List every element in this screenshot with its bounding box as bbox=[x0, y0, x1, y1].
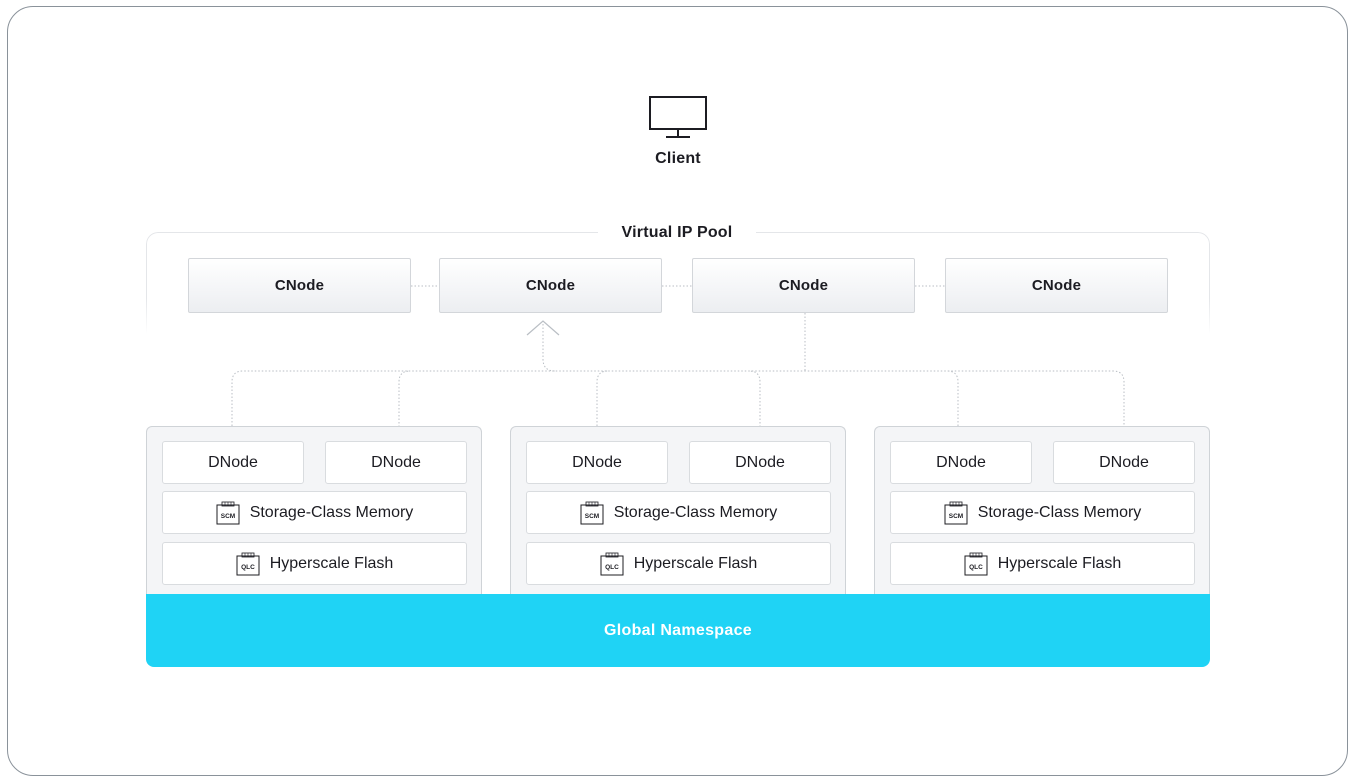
storage-class-memory[interactable]: SCM Storage-Class Memory bbox=[526, 491, 831, 534]
dnode-label: DNode bbox=[371, 453, 421, 471]
cnode-label: CNode bbox=[1031, 277, 1082, 294]
flash-label: Hyperscale Flash bbox=[997, 554, 1122, 572]
scm-chip-icon: SCM bbox=[944, 501, 968, 524]
global-namespace-label: Global Namespace bbox=[604, 621, 752, 639]
dnode-box[interactable]: DNode bbox=[162, 441, 304, 484]
scm-label: Storage-Class Memory bbox=[977, 503, 1142, 521]
dnode-box[interactable]: DNode bbox=[526, 441, 668, 484]
dnode-label: DNode bbox=[936, 453, 986, 471]
hyperscale-flash[interactable]: QLC Hyperscale Flash bbox=[526, 542, 831, 585]
qlc-chip-icon: QLC bbox=[236, 552, 260, 575]
scm-chip-text: SCM bbox=[584, 513, 598, 520]
qlc-chip-text: QLC bbox=[241, 564, 255, 571]
dnode-box[interactable]: DNode bbox=[890, 441, 1032, 484]
storage-class-memory[interactable]: SCM Storage-Class Memory bbox=[162, 491, 467, 534]
cnode-label: CNode bbox=[778, 277, 829, 294]
scm-chip-text: SCM bbox=[948, 513, 962, 520]
scm-chip-icon: SCM bbox=[580, 501, 604, 524]
cnode-2[interactable]: CNode bbox=[439, 258, 662, 313]
cnode-label: CNode bbox=[274, 277, 325, 294]
cnode-3[interactable]: CNode bbox=[692, 258, 915, 313]
hyperscale-flash[interactable]: QLC Hyperscale Flash bbox=[162, 542, 467, 585]
client-label: Client bbox=[655, 150, 701, 167]
qlc-chip-icon: QLC bbox=[964, 552, 988, 575]
flash-label: Hyperscale Flash bbox=[633, 554, 758, 572]
flash-label: Hyperscale Flash bbox=[269, 554, 394, 572]
cnode-1[interactable]: CNode bbox=[188, 258, 411, 313]
dnode-label: DNode bbox=[208, 453, 258, 471]
qlc-chip-icon: QLC bbox=[600, 552, 624, 575]
global-namespace-bar: Global Namespace bbox=[146, 594, 1210, 667]
dbox-3: DNode DNode SCM Storage-Class Memory QLC… bbox=[874, 426, 1210, 596]
monitor-icon bbox=[649, 96, 707, 138]
dnode-box[interactable]: DNode bbox=[689, 441, 831, 484]
qlc-chip-text: QLC bbox=[605, 564, 619, 571]
virtual-ip-pool-title: Virtual IP Pool bbox=[598, 222, 756, 244]
dbox-2: DNode DNode SCM Storage-Class Memory QLC… bbox=[510, 426, 846, 596]
scm-chip-text: SCM bbox=[220, 513, 234, 520]
cnode-4[interactable]: CNode bbox=[945, 258, 1168, 313]
dnode-box[interactable]: DNode bbox=[1053, 441, 1195, 484]
dnode-label: DNode bbox=[1099, 453, 1149, 471]
qlc-chip-text: QLC bbox=[969, 564, 983, 571]
cnode-label: CNode bbox=[525, 277, 576, 294]
scm-label: Storage-Class Memory bbox=[613, 503, 778, 521]
scm-label: Storage-Class Memory bbox=[249, 503, 414, 521]
scm-chip-icon: SCM bbox=[216, 501, 240, 524]
dnode-box[interactable]: DNode bbox=[325, 441, 467, 484]
dnode-label: DNode bbox=[572, 453, 622, 471]
dbox-1: DNode DNode SCM Storage-Class Memory QLC… bbox=[146, 426, 482, 596]
hyperscale-flash[interactable]: QLC Hyperscale Flash bbox=[890, 542, 1195, 585]
storage-class-memory[interactable]: SCM Storage-Class Memory bbox=[890, 491, 1195, 534]
dnode-label: DNode bbox=[735, 453, 785, 471]
